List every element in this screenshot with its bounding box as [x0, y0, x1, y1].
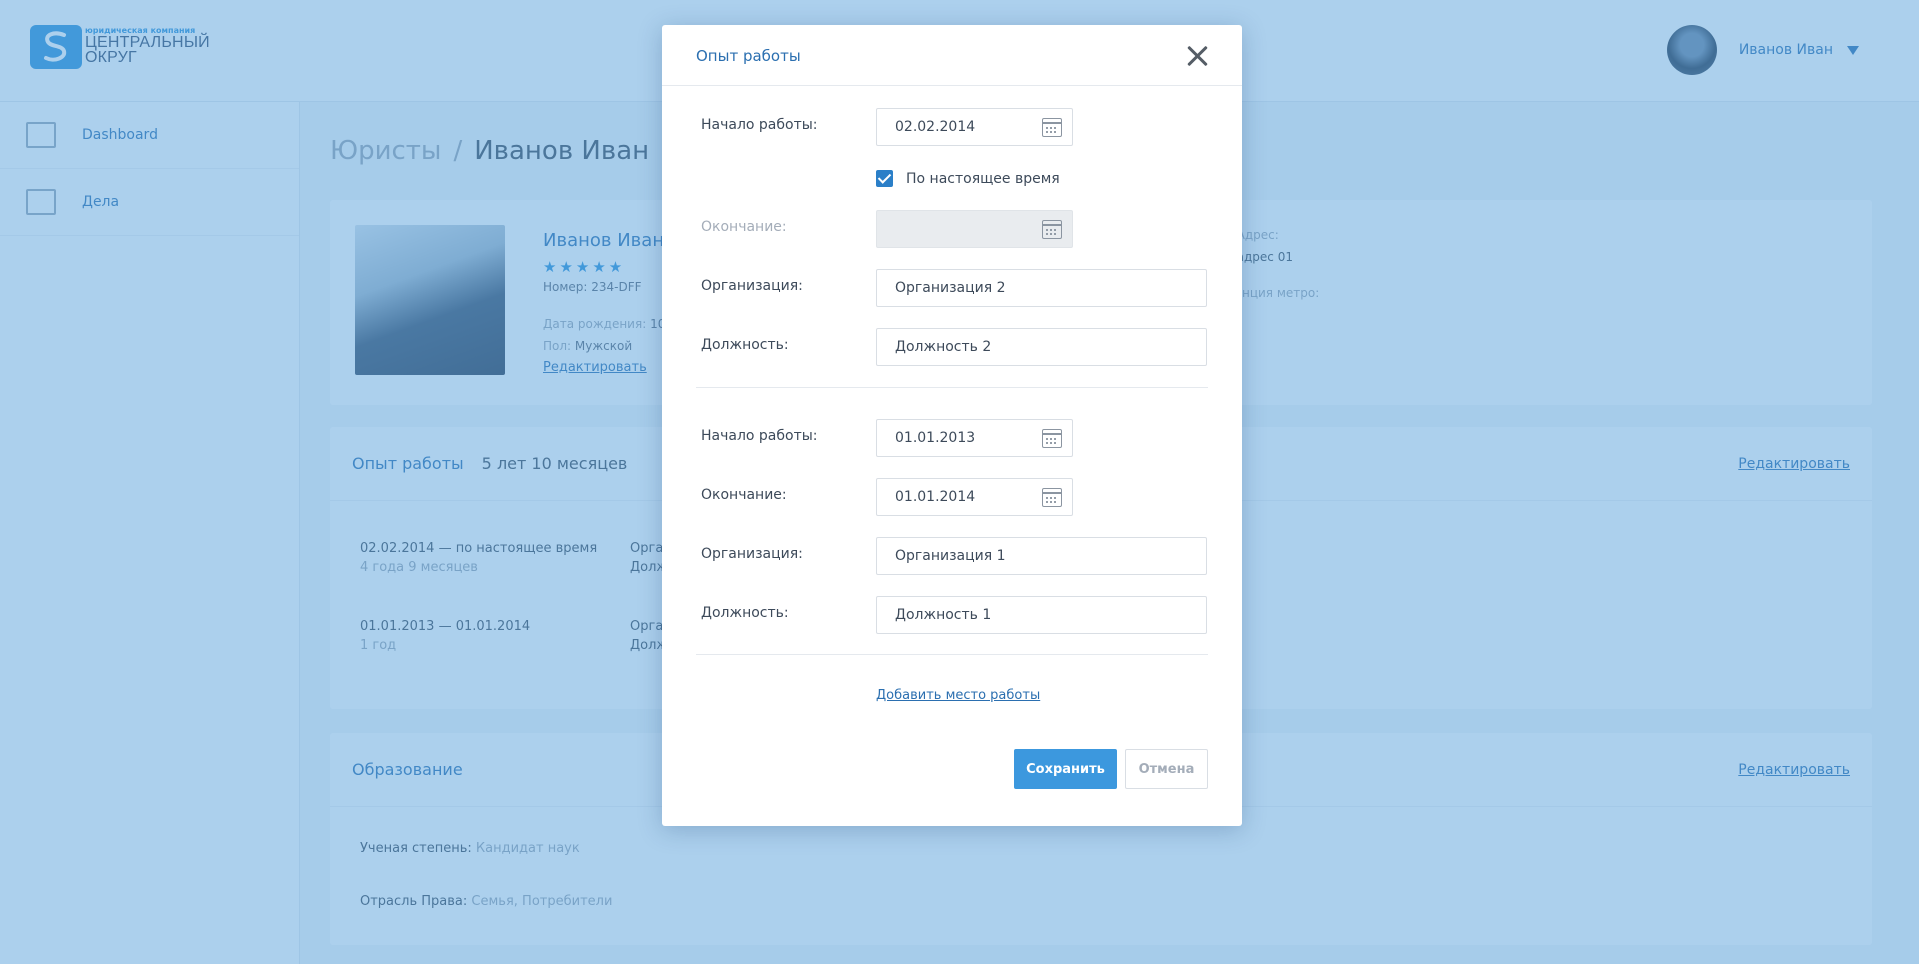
end-date-value: 01.01.2014	[895, 489, 976, 505]
end-date-field[interactable]: 01.01.2014	[876, 478, 1073, 516]
modal-title: Опыт работы	[696, 47, 801, 65]
start-date-field[interactable]: 01.01.2013	[876, 419, 1073, 457]
cancel-button[interactable]: Отмена	[1125, 749, 1208, 789]
section-divider	[696, 387, 1208, 388]
end-date-label: Окончание:	[701, 487, 787, 503]
organization-field[interactable]: Организация 1	[876, 537, 1207, 575]
close-icon[interactable]	[1186, 45, 1208, 67]
section-divider	[696, 654, 1208, 655]
add-workplace-link[interactable]: Добавить место работы	[876, 688, 1040, 703]
position-value: Должность 2	[895, 339, 992, 355]
position-field[interactable]: Должность 1	[876, 596, 1207, 634]
calendar-icon[interactable]	[1042, 118, 1062, 137]
end-date-field	[876, 210, 1073, 248]
calendar-icon[interactable]	[1042, 429, 1062, 448]
experience-modal: Опыт работы Начало работы: 02.02.2014 По…	[662, 25, 1242, 826]
organization-label: Организация:	[701, 278, 803, 294]
organization-value: Организация 1	[895, 548, 1006, 564]
current-job-checkbox[interactable]	[876, 170, 893, 187]
position-label: Должность:	[701, 337, 789, 353]
start-date-label: Начало работы:	[701, 117, 818, 133]
calendar-icon[interactable]	[1042, 488, 1062, 507]
organization-field[interactable]: Организация 2	[876, 269, 1207, 307]
save-button[interactable]: Сохранить	[1014, 749, 1117, 789]
current-job-label[interactable]: По настоящее время	[906, 171, 1060, 187]
end-date-label: Окончание:	[701, 219, 787, 235]
start-date-field[interactable]: 02.02.2014	[876, 108, 1073, 146]
organization-label: Организация:	[701, 546, 803, 562]
position-label: Должность:	[701, 605, 789, 621]
organization-value: Организация 2	[895, 280, 1006, 296]
start-date-value: 02.02.2014	[895, 119, 976, 135]
calendar-icon	[1042, 220, 1062, 239]
position-value: Должность 1	[895, 607, 992, 623]
position-field[interactable]: Должность 2	[876, 328, 1207, 366]
start-date-label: Начало работы:	[701, 428, 818, 444]
start-date-value: 01.01.2013	[895, 430, 976, 446]
